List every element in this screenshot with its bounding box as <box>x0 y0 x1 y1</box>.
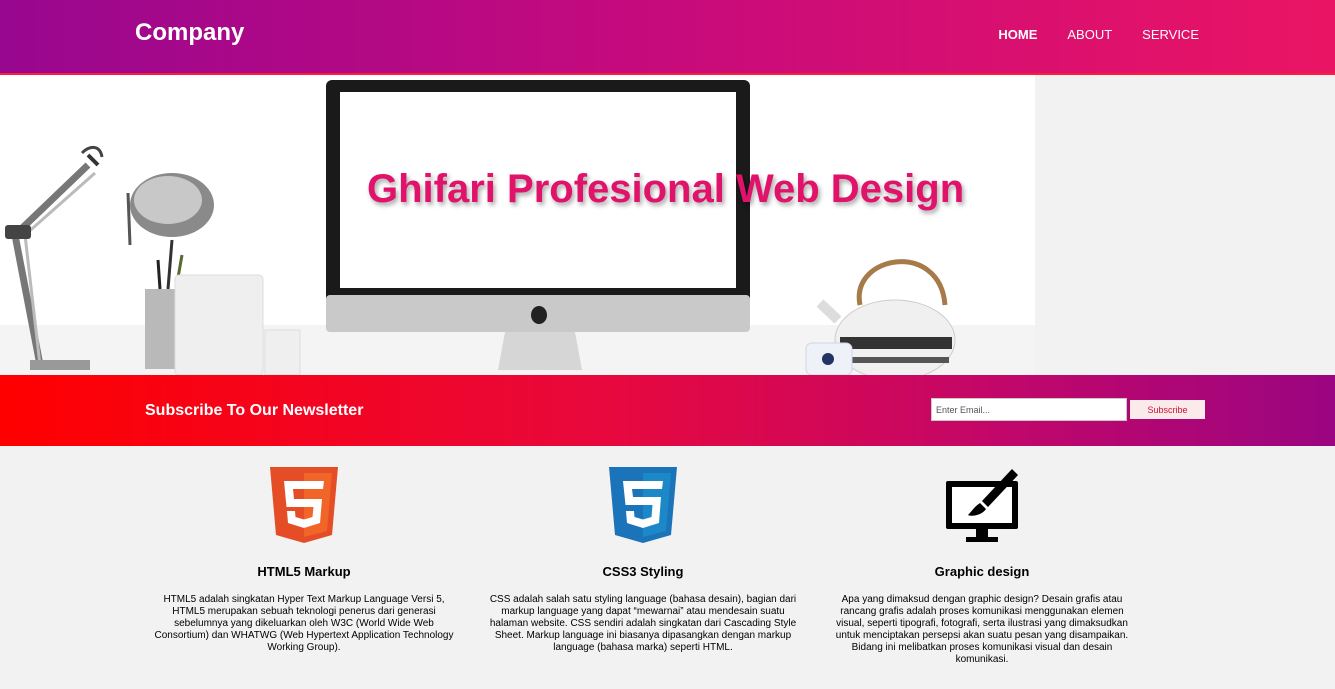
newsletter-title: Subscribe To Our Newsletter <box>145 402 364 419</box>
nav-about[interactable]: ABOUT <box>1067 27 1112 42</box>
email-input[interactable] <box>931 398 1127 421</box>
feature-title: CSS3 Styling <box>602 564 684 579</box>
feature-html5: HTML5 Markup HTML5 adalah singkatan Hype… <box>139 467 469 654</box>
site-header: Company HOME ABOUT SERVICE <box>0 0 1335 75</box>
hero-image: Ghifari Profesional Web Design <box>0 75 1035 375</box>
main-nav: HOME ABOUT SERVICE <box>968 27 1199 42</box>
hero-title: Ghifari Profesional Web Design <box>367 167 965 211</box>
feature-text: HTML5 adalah singkatan Hyper Text Markup… <box>154 594 454 653</box>
feature-text: CSS adalah salah satu styling language (… <box>489 594 797 653</box>
css3-icon <box>478 467 808 543</box>
feature-text: Apa yang dimaksud dengan graphic design?… <box>835 594 1129 665</box>
hero-banner: Ghifari Profesional Web Design <box>0 75 1335 375</box>
subscribe-button[interactable]: Subscribe <box>1130 400 1205 419</box>
nav-home[interactable]: HOME <box>998 27 1037 42</box>
feature-title: HTML5 Markup <box>257 564 351 579</box>
desk-illustration <box>0 75 1035 375</box>
feature-title: Graphic design <box>934 564 1030 579</box>
nav-service[interactable]: SERVICE <box>1142 27 1199 42</box>
graphic-design-icon <box>817 467 1147 543</box>
feature-graphic-design: Graphic design Apa yang dimaksud dengan … <box>817 467 1147 666</box>
feature-css3: CSS3 Styling CSS adalah salah satu styli… <box>478 467 808 654</box>
html5-icon <box>139 467 469 543</box>
logo[interactable]: Company <box>135 19 244 47</box>
monitor-illustration <box>326 80 750 370</box>
newsletter-section: Subscribe To Our Newsletter Subscribe <box>0 375 1335 446</box>
